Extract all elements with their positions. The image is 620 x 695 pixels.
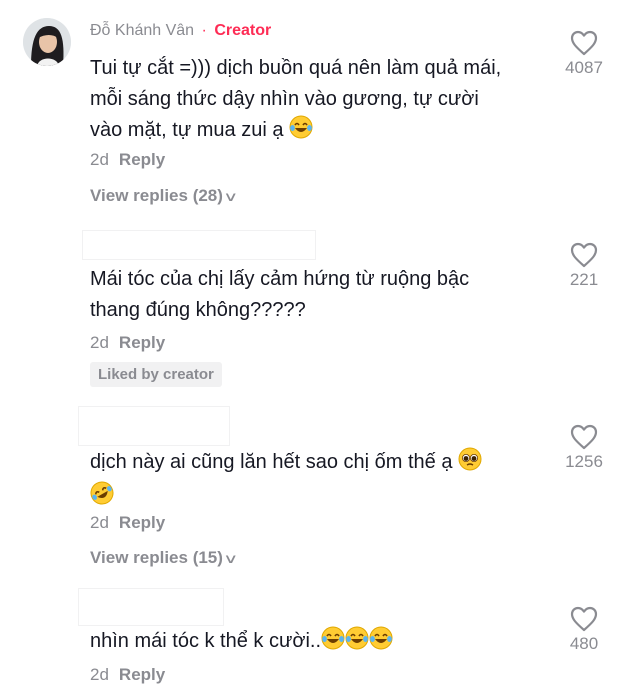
comment-line: Tui tự cắt =))) dịch buồn quá nên làm qu… — [90, 57, 502, 79]
like-count: 1256 — [565, 452, 603, 471]
like-button[interactable]: 4087 — [554, 30, 614, 78]
comment-meta: 2d Reply — [90, 333, 165, 353]
redacted-username — [78, 406, 230, 446]
comment-time: 2d — [90, 513, 109, 532]
like-button[interactable]: 480 — [554, 606, 614, 654]
chevron-down-icon: ∨ — [223, 189, 239, 204]
redacted-avatar-column — [10, 180, 72, 695]
view-replies-button[interactable]: View replies (15)∨ — [90, 548, 239, 568]
comment-line-text: dịch này ai cũng lăn hết sao chị ốm thế … — [90, 451, 453, 473]
redacted-username — [78, 588, 224, 626]
comment-meta: 2d Reply — [90, 665, 165, 685]
like-button[interactable]: 221 — [554, 242, 614, 290]
reply-button[interactable]: Reply — [119, 665, 165, 684]
reply-button[interactable]: Reply — [119, 513, 165, 532]
comment-author-row: Đỗ Khánh Vân · Creator — [90, 22, 271, 40]
rolling-laughing-emoji — [90, 481, 114, 515]
comment-text: Mái tóc của chị lấy cảm hứng từ ruộng bậ… — [90, 264, 469, 326]
comment-meta: 2d Reply — [90, 513, 165, 533]
reply-button[interactable]: Reply — [119, 333, 165, 352]
view-replies-label: View replies (28) — [90, 186, 223, 205]
pleading-face-emoji — [458, 447, 482, 481]
like-count: 480 — [569, 634, 599, 653]
heart-outline-icon — [570, 606, 598, 632]
comment-text: Tui tự cắt =))) dịch buồn quá nên làm qu… — [90, 53, 501, 149]
tears-of-joy-emoji — [369, 626, 393, 660]
tears-of-joy-emoji — [345, 626, 369, 660]
view-replies-button[interactable]: View replies (28)∨ — [90, 186, 239, 206]
comment-line-text: vào mặt, tự mua zui ạ — [90, 119, 284, 141]
chevron-down-icon: ∨ — [223, 551, 239, 566]
heart-outline-icon — [570, 424, 598, 450]
avatar[interactable] — [23, 18, 71, 66]
comment-time: 2d — [90, 150, 109, 169]
heart-outline-icon — [570, 242, 598, 268]
comment-line: mỗi sáng thức dậy nhìn vào gương, tự cườ… — [90, 88, 479, 110]
heart-outline-icon — [570, 30, 598, 56]
tears-of-joy-emoji — [321, 626, 345, 660]
comment-line: thang đúng không????? — [90, 299, 306, 321]
comment-line: dịch này ai cũng lăn hết sao chị ốm thế … — [90, 447, 482, 481]
liked-by-creator-badge: Liked by creator — [90, 362, 222, 387]
comment-author[interactable]: Đỗ Khánh Vân — [90, 22, 194, 39]
comment-time: 2d — [90, 665, 109, 684]
comment-text: nhìn mái tóc k thể k cười.. — [90, 626, 393, 660]
view-replies-label: View replies (15) — [90, 548, 223, 567]
creator-badge: Creator — [214, 22, 272, 39]
comment-line-text: nhìn mái tóc k thể k cười.. — [90, 630, 322, 652]
reply-button[interactable]: Reply — [119, 150, 165, 169]
tears-of-joy-emoji — [289, 115, 313, 149]
like-button[interactable]: 1256 — [554, 424, 614, 472]
like-count: 221 — [569, 270, 599, 289]
comment-time: 2d — [90, 333, 109, 352]
comment-line — [90, 481, 482, 515]
comment-meta: 2d Reply — [90, 150, 165, 170]
redacted-username — [82, 230, 316, 260]
comment-line: vào mặt, tự mua zui ạ — [90, 115, 501, 149]
like-count: 4087 — [565, 58, 603, 77]
comment-line: nhìn mái tóc k thể k cười.. — [90, 626, 393, 660]
comment-line: Mái tóc của chị lấy cảm hứng từ ruộng bậ… — [90, 268, 470, 290]
separator-dot: · — [201, 22, 207, 39]
comment-text: dịch này ai cũng lăn hết sao chị ốm thế … — [90, 447, 482, 515]
